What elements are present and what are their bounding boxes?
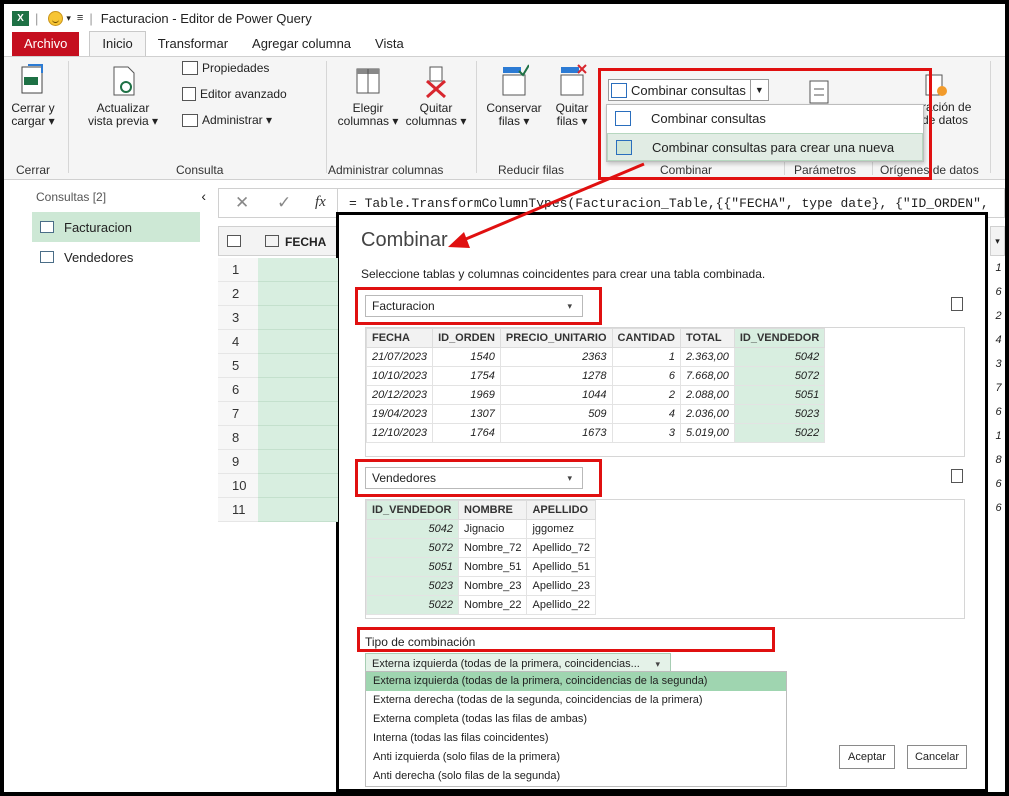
grid-cell[interactable] (258, 354, 338, 378)
row-number: 4 (218, 330, 258, 354)
row-number: 7 (218, 402, 258, 426)
annotation-arrow (448, 162, 645, 248)
grid-cell[interactable] (258, 330, 338, 354)
power-query-window: X | ▾ ≡ | Facturacion - Editor de Power … (4, 4, 1005, 792)
grid-cell[interactable] (258, 402, 338, 426)
row-number: 2 (218, 282, 258, 306)
grid-cell[interactable] (258, 282, 338, 306)
grid-cell[interactable] (258, 426, 338, 450)
row-number: 9 (218, 450, 258, 474)
row-number: 1 (218, 258, 258, 282)
grid-cell[interactable]: 6 (992, 478, 1005, 490)
grid-cell[interactable]: 1 (992, 262, 1005, 274)
grid-cell[interactable] (258, 258, 338, 282)
grid-cell[interactable]: 1 (992, 430, 1005, 442)
grid-cell[interactable]: 3 (992, 358, 1005, 370)
grid-cell[interactable]: 2 (992, 310, 1005, 322)
row-number: 6 (218, 378, 258, 402)
grid-cell[interactable] (258, 450, 338, 474)
row-number: 10 (218, 474, 258, 498)
row-number: 5 (218, 354, 258, 378)
grid-cell[interactable]: 6 (992, 286, 1005, 298)
grid-cell[interactable] (258, 474, 338, 498)
grid-cell[interactable]: 8 (992, 454, 1005, 466)
grid-cell[interactable] (258, 306, 338, 330)
grid-cell[interactable]: 6 (992, 406, 1005, 418)
row-number: 11 (218, 498, 258, 522)
grid-cell[interactable]: 7 (992, 382, 1005, 394)
grid-cell[interactable] (258, 378, 338, 402)
grid-cell[interactable]: 4 (992, 334, 1005, 346)
grid-cell[interactable]: 6 (992, 502, 1005, 514)
row-number: 3 (218, 306, 258, 330)
grid-cell[interactable] (258, 498, 338, 522)
row-number: 8 (218, 426, 258, 450)
